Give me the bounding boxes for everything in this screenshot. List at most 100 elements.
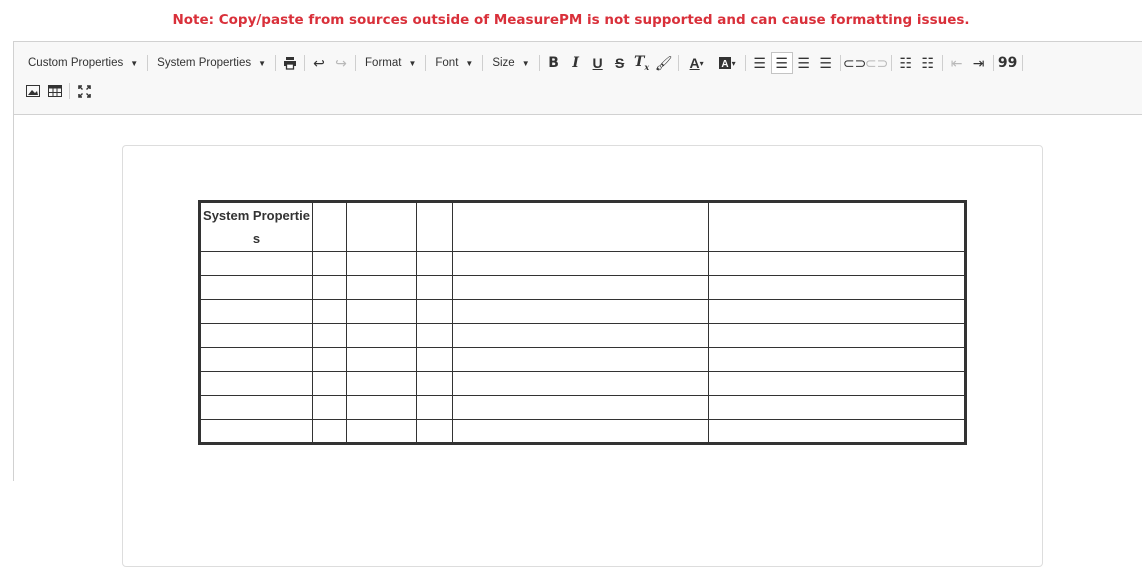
system-properties-dropdown[interactable]: System Properties ▼ [151, 50, 272, 76]
numbered-list-button[interactable]: ☷ [895, 52, 917, 74]
bulleted-list-icon: ☷ [921, 54, 934, 71]
table-cell[interactable] [708, 323, 966, 348]
strikethrough-button[interactable]: S [609, 52, 631, 74]
unlink-button[interactable]: ⊂⊃ [865, 52, 888, 74]
table-cell[interactable] [346, 275, 417, 300]
table-cell[interactable] [708, 251, 966, 276]
header-cell-system-properties[interactable]: System Properties [199, 201, 313, 252]
table-cell[interactable] [416, 419, 453, 444]
table-cell[interactable] [708, 419, 966, 444]
table-cell[interactable] [452, 201, 709, 252]
table-cell[interactable] [346, 323, 417, 348]
table-row [199, 395, 966, 420]
text-color-button[interactable]: A ▾ [682, 52, 712, 74]
redo-button[interactable]: ↪ [330, 52, 352, 74]
justify-button[interactable]: ☰ [815, 52, 837, 74]
table-cell[interactable] [312, 395, 347, 420]
table-cell[interactable] [199, 251, 313, 276]
table-cell[interactable] [708, 201, 966, 252]
table-cell[interactable] [416, 299, 453, 324]
blockquote-button[interactable]: 99 [997, 52, 1019, 74]
toolbar-separator [538, 55, 540, 71]
insert-image-button[interactable] [22, 80, 44, 102]
table-cell[interactable] [416, 201, 453, 252]
table-cell[interactable] [199, 347, 313, 372]
outdent-button[interactable]: ⇤ [946, 52, 968, 74]
table-cell[interactable] [346, 371, 417, 396]
align-center-button[interactable]: ☰ [770, 52, 793, 74]
table-cell[interactable] [708, 395, 966, 420]
table-cell[interactable] [199, 275, 313, 300]
table-icon [48, 85, 62, 97]
font-label: Font [435, 57, 459, 69]
underline-icon: U [592, 55, 603, 71]
table-cell[interactable] [452, 347, 709, 372]
font-dropdown[interactable]: Font ▼ [429, 50, 479, 76]
table-cell[interactable] [312, 347, 347, 372]
table-cell[interactable] [312, 299, 347, 324]
insert-table-button[interactable] [44, 80, 66, 102]
custom-properties-dropdown[interactable]: Custom Properties ▼ [22, 50, 144, 76]
table-cell[interactable] [708, 347, 966, 372]
table-cell[interactable] [346, 251, 417, 276]
table-cell[interactable] [452, 419, 709, 444]
fullscreen-button[interactable] [73, 80, 95, 102]
bold-icon: B [548, 55, 559, 71]
print-button[interactable] [279, 52, 301, 74]
format-dropdown[interactable]: Format ▼ [359, 50, 422, 76]
table-cell[interactable] [346, 395, 417, 420]
table-cell[interactable] [708, 299, 966, 324]
table-cell[interactable] [346, 201, 417, 252]
table-cell[interactable] [416, 371, 453, 396]
table-cell[interactable] [312, 201, 347, 252]
table-cell[interactable] [346, 299, 417, 324]
table-cell[interactable] [416, 395, 453, 420]
table-cell[interactable] [312, 275, 347, 300]
align-right-icon: ☰ [797, 54, 810, 71]
toolbar-separator [69, 83, 70, 99]
outdent-icon: ⇤ [950, 54, 963, 71]
table-cell[interactable] [452, 251, 709, 276]
bulleted-list-button[interactable]: ☷ [917, 52, 939, 74]
table-cell[interactable] [312, 251, 347, 276]
table-cell[interactable] [416, 347, 453, 372]
align-right-button[interactable]: ☰ [793, 52, 815, 74]
undo-button[interactable]: ↩ [308, 52, 330, 74]
table-cell[interactable] [199, 299, 313, 324]
table-cell[interactable] [452, 299, 709, 324]
table-cell[interactable] [452, 371, 709, 396]
table-cell[interactable] [312, 371, 347, 396]
table-cell[interactable] [416, 275, 453, 300]
table-cell[interactable] [708, 371, 966, 396]
table-cell[interactable] [199, 395, 313, 420]
table-cell[interactable] [199, 371, 313, 396]
indent-button[interactable]: ⇥ [968, 52, 990, 74]
clear-format-button[interactable]: Tx [631, 52, 653, 74]
format-painter-button[interactable]: 🖌︎ [653, 52, 675, 74]
copy-paste-notice: Note: Copy/paste from sources outside of… [172, 12, 970, 28]
size-dropdown[interactable]: Size ▼ [486, 50, 535, 76]
format-label: Format [365, 57, 402, 69]
table-cell[interactable] [452, 275, 709, 300]
table-cell[interactable] [708, 275, 966, 300]
italic-button[interactable]: I [565, 52, 587, 74]
table-cell[interactable] [416, 323, 453, 348]
table-cell[interactable] [346, 419, 417, 444]
bold-button[interactable]: B [543, 52, 565, 74]
content-table[interactable]: System Properties [198, 200, 967, 445]
table-cell[interactable] [199, 323, 313, 348]
editor-content-area[interactable]: System Properties [14, 115, 1142, 567]
table-cell[interactable] [452, 323, 709, 348]
table-cell[interactable] [452, 395, 709, 420]
background-color-button[interactable]: A ▾ [712, 52, 742, 74]
underline-button[interactable]: U [587, 52, 609, 74]
table-cell[interactable] [312, 419, 347, 444]
align-left-button[interactable]: ☰ [749, 52, 771, 74]
table-cell[interactable] [416, 251, 453, 276]
table-cell[interactable] [199, 419, 313, 444]
table-cell[interactable] [346, 347, 417, 372]
link-button[interactable]: ⊂⊃ [843, 52, 866, 74]
table-cell[interactable] [312, 323, 347, 348]
background-color-icon: A [718, 57, 731, 70]
caret-down-icon: ▼ [258, 58, 267, 68]
